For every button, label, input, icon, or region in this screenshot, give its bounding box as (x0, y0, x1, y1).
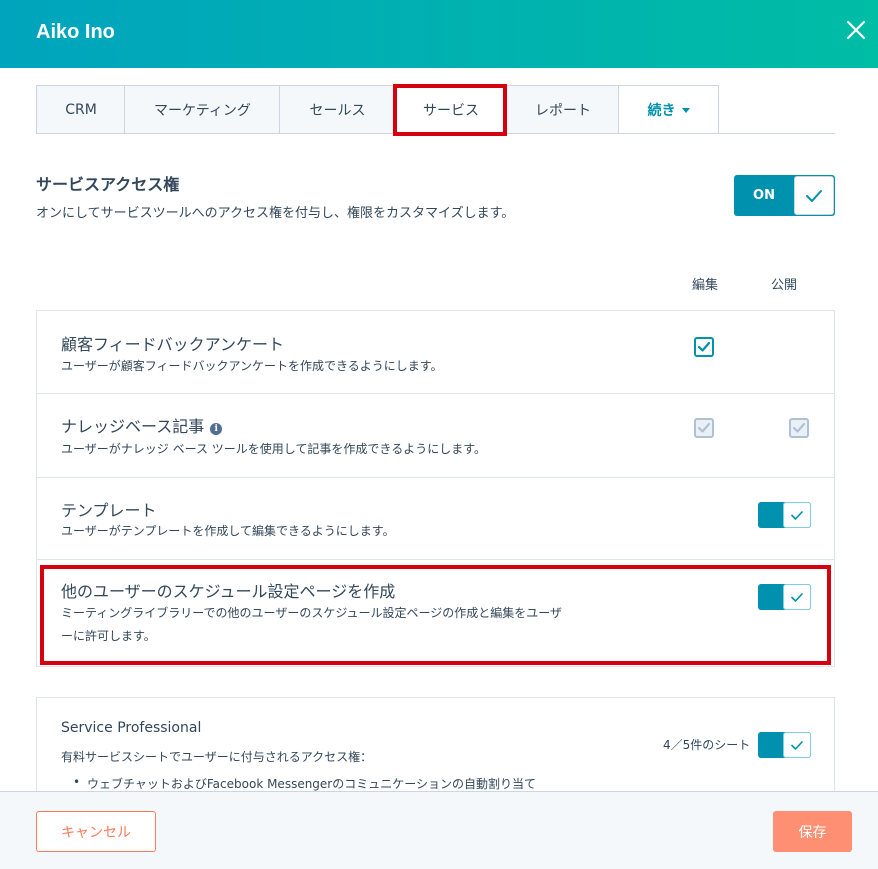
service-professional-card: Service Professional 有料サービスシートでユーザーに付与され… (36, 697, 835, 797)
tab-sales[interactable]: セールス (279, 85, 395, 134)
tab-marketing[interactable]: マーケティング (124, 85, 280, 134)
permission-description: ユーザーがナレッジ ベース ツールを使用して記事を作成できるようにします。 (61, 442, 486, 456)
service-professional-toggle[interactable] (758, 732, 811, 758)
edit-checkbox (694, 418, 714, 438)
permission-title-wrap: ナレッジベース記事 i (61, 413, 223, 437)
permission-description-line2: ーに許可します。 (61, 629, 156, 643)
publish-checkbox (789, 418, 809, 438)
tab-service[interactable]: サービス (394, 85, 507, 134)
permission-description-line1: ミーティングライブラリーでの他のユーザーのスケジュール設定ページの作成と編集をユ… (61, 606, 563, 620)
tab-crm[interactable]: CRM (36, 85, 125, 134)
permission-tabs: CRM マーケティング セールス サービス レポート 続き (36, 85, 835, 134)
permission-title: 他のユーザーのスケジュール設定ページを作成 (61, 582, 396, 601)
scheduling-pages-toggle[interactable] (758, 584, 811, 610)
service-access-toggle[interactable]: ON (734, 175, 835, 216)
modal-title: Aiko Ino (36, 21, 115, 43)
column-header-publish: 公開 (771, 278, 798, 293)
permission-title: テンプレート (61, 501, 157, 520)
permission-list: 顧客フィードバックアンケート ユーザーが顧客フィードバックアンケートを作成できる… (36, 310, 835, 667)
save-button[interactable]: 保存 (773, 811, 852, 852)
modal-header: Aiko Ino (0, 0, 878, 68)
info-icon[interactable]: i (210, 423, 223, 435)
permission-row-feedback: 顧客フィードバックアンケート ユーザーが顧客フィードバックアンケートを作成できる… (37, 311, 834, 394)
templates-toggle[interactable] (758, 502, 811, 528)
service-access-title: サービスアクセス権 (36, 175, 180, 194)
tab-more-label: 続き (647, 102, 676, 119)
service-access-description: オンにしてサービスツールへのアクセス権を付与し、権限をカスタマイズします。 (36, 206, 515, 221)
edit-checkbox[interactable] (694, 337, 714, 357)
modal-footer: キャンセル 保存 (0, 791, 878, 869)
check-icon (783, 584, 811, 610)
toggle-on-label: ON (753, 188, 775, 203)
seat-count: 4／5件のシート (663, 738, 751, 752)
seat-title: Service Professional (61, 720, 202, 736)
seat-description: 有料サービスシートでユーザーに付与されるアクセス権： (61, 750, 373, 764)
seat-feature-item: ウェブチャットおよびFacebook Messengerのコミュニケーションの自… (73, 775, 536, 792)
check-icon (794, 176, 834, 215)
permission-row-scheduling-pages: 他のユーザーのスケジュール設定ページを作成 ミーティングライブラリーでの他のユー… (37, 560, 834, 668)
permission-row-templates: テンプレート ユーザーがテンプレートを作成して編集できるようにします。 (37, 478, 834, 560)
check-icon (783, 732, 811, 758)
close-icon[interactable] (842, 16, 870, 44)
permission-description: ユーザーがテンプレートを作成して編集できるようにします。 (61, 524, 395, 538)
caret-down-icon (681, 108, 690, 113)
column-header-edit: 編集 (692, 278, 719, 293)
permission-title: 顧客フィードバックアンケート (61, 335, 285, 354)
tab-reports[interactable]: レポート (506, 85, 619, 134)
permission-row-knowledge-base: ナレッジベース記事 i ユーザーがナレッジ ベース ツールを使用して記事を作成でき… (37, 394, 834, 478)
cancel-button[interactable]: キャンセル (36, 811, 156, 852)
permission-title: ナレッジベース記事 (61, 417, 205, 436)
tab-more[interactable]: 続き (618, 85, 719, 134)
permission-description: ユーザーが顧客フィードバックアンケートを作成できるようにします。 (61, 359, 443, 373)
check-icon (783, 502, 811, 528)
